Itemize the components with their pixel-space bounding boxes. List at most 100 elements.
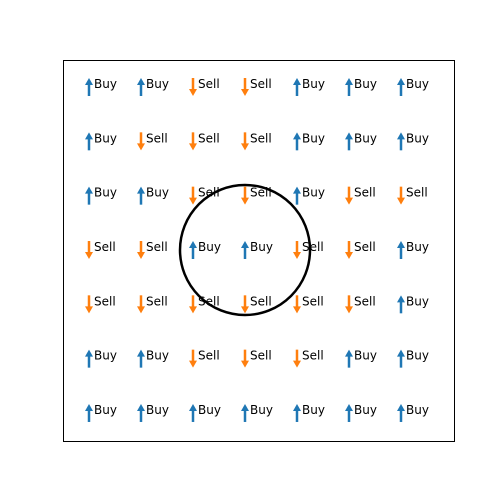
signal-cell: Sell: [241, 131, 272, 151]
signal-cell: Sell: [85, 294, 116, 314]
signal-cell: Buy: [397, 349, 429, 368]
signal-label: Sell: [146, 131, 168, 145]
signal-label: Sell: [354, 240, 376, 254]
signal-cell: Sell: [189, 186, 220, 205]
signal-cell: Buy: [137, 77, 169, 96]
signal-cell: Buy: [137, 186, 169, 205]
up-arrow-icon: [345, 403, 353, 422]
down-arrow-icon-head: [241, 89, 249, 96]
down-arrow-icon: [241, 132, 249, 151]
up-arrow-icon-head: [85, 78, 93, 85]
signal-cell: Buy: [241, 403, 273, 422]
signal-cell: Buy: [397, 240, 429, 259]
up-arrow-icon-head: [189, 403, 197, 411]
down-arrow-icon-head: [85, 306, 93, 314]
signal-label: Buy: [302, 131, 325, 145]
down-arrow-icon: [345, 295, 353, 314]
up-arrow-icon-head: [345, 78, 353, 85]
down-arrow-icon: [241, 295, 249, 314]
down-arrow-icon: [137, 295, 145, 314]
up-arrow-icon-head: [137, 78, 145, 85]
down-arrow-icon-head: [189, 360, 197, 368]
signal-label: Buy: [94, 349, 117, 363]
signal-cell: Buy: [137, 403, 169, 422]
down-arrow-icon: [137, 132, 145, 151]
signal-label: Buy: [146, 77, 169, 91]
signal-cell: Sell: [345, 294, 376, 314]
up-arrow-icon: [241, 403, 249, 422]
down-arrow-icon: [241, 349, 249, 368]
signal-label: Buy: [406, 131, 429, 145]
up-arrow-icon: [345, 132, 353, 151]
signal-cell: Buy: [189, 403, 221, 422]
up-arrow-icon: [293, 403, 301, 422]
signal-cell: Sell: [85, 240, 116, 259]
down-arrow-icon-head: [241, 197, 249, 205]
signal-cell: Buy: [345, 77, 377, 96]
up-arrow-icon-head: [397, 295, 405, 303]
up-arrow-icon-head: [241, 403, 249, 411]
down-arrow-icon-head: [345, 197, 353, 205]
up-arrow-icon-head: [241, 240, 249, 248]
signal-label: Buy: [354, 403, 377, 417]
signal-cell: Sell: [241, 349, 272, 368]
signal-cell: Buy: [85, 77, 117, 96]
down-arrow-icon: [293, 240, 301, 259]
down-arrow-icon: [189, 186, 197, 205]
up-arrow-icon: [189, 240, 197, 259]
signal-label: Buy: [146, 403, 169, 417]
signal-label: Buy: [94, 403, 117, 417]
signal-label: Sell: [146, 240, 168, 254]
signal-cell: Sell: [293, 240, 324, 259]
signal-cell: Buy: [85, 186, 117, 205]
up-arrow-icon: [293, 186, 301, 205]
down-arrow-icon-head: [85, 251, 93, 259]
signal-cell: Buy: [345, 403, 377, 422]
down-arrow-icon-head: [189, 89, 197, 96]
signal-label: Buy: [94, 131, 117, 145]
signal-label: Buy: [354, 349, 377, 363]
signal-label: Sell: [250, 77, 272, 91]
up-arrow-icon: [85, 403, 93, 422]
down-arrow-icon-head: [293, 360, 301, 368]
signal-label: Buy: [198, 403, 221, 417]
up-arrow-icon-head: [345, 403, 353, 411]
signal-label: Buy: [406, 294, 429, 308]
up-arrow-icon-head: [85, 132, 93, 140]
down-arrow-icon-head: [293, 251, 301, 259]
up-arrow-icon: [345, 78, 353, 96]
down-arrow-icon-head: [189, 197, 197, 205]
signal-label: Sell: [250, 131, 272, 145]
signal-cell: Buy: [345, 131, 377, 151]
up-arrow-icon-head: [397, 78, 405, 85]
up-arrow-icon-head: [345, 349, 353, 357]
up-arrow-icon: [397, 78, 405, 96]
signal-label: Sell: [198, 77, 220, 91]
signal-cell: Sell: [137, 294, 168, 314]
signal-label: Sell: [250, 294, 272, 308]
signal-cell: Buy: [397, 77, 429, 96]
down-arrow-icon: [189, 349, 197, 368]
signal-cell: Sell: [345, 186, 376, 205]
down-arrow-icon: [137, 240, 145, 259]
up-arrow-icon-head: [85, 403, 93, 411]
down-arrow-icon: [189, 78, 197, 96]
signal-cell: Buy: [345, 349, 377, 368]
signal-label: Buy: [250, 240, 273, 254]
signal-label: Sell: [406, 186, 428, 200]
signal-cell: Buy: [293, 403, 325, 422]
signal-label: Buy: [250, 403, 273, 417]
signal-label: Buy: [406, 77, 429, 91]
signal-cell: Buy: [397, 294, 429, 314]
down-arrow-icon-head: [293, 306, 301, 314]
signal-cell: Sell: [293, 294, 324, 314]
up-arrow-icon-head: [293, 403, 301, 411]
down-arrow-icon: [189, 295, 197, 314]
signal-label: Buy: [406, 403, 429, 417]
up-arrow-icon: [397, 403, 405, 422]
down-arrow-icon-head: [241, 360, 249, 368]
down-arrow-icon: [241, 78, 249, 96]
down-arrow-icon: [345, 186, 353, 205]
up-arrow-icon-head: [397, 240, 405, 248]
up-arrow-icon-head: [85, 349, 93, 357]
